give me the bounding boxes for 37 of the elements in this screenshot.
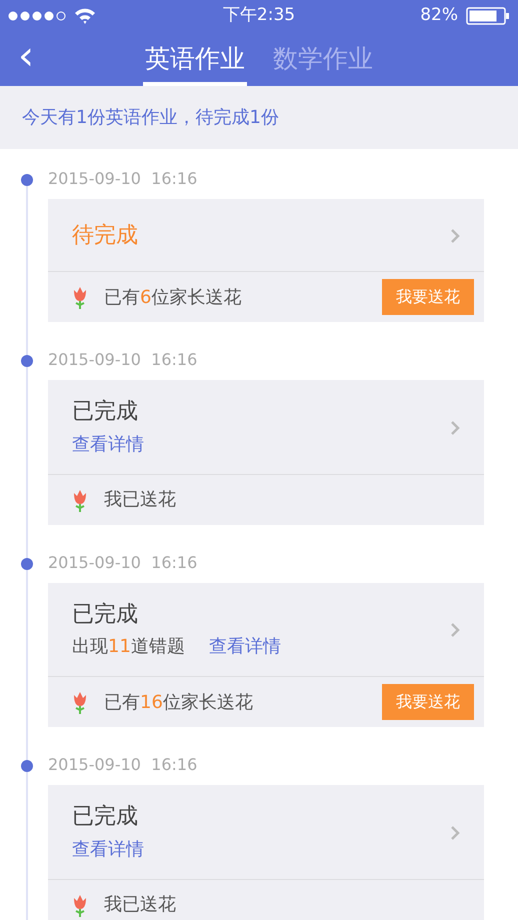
send-flower-button[interactable]: 我要送花 [382, 279, 474, 315]
timestamp: 2015-09-10 16:16 [48, 754, 198, 776]
battery-icon [466, 7, 510, 25]
flower-note: 已有16位家长送花 [104, 690, 253, 715]
details-link[interactable]: 查看详情 [208, 633, 281, 660]
status-time: 下午2:35 [222, 4, 296, 28]
details-link[interactable]: 查看详情 [72, 836, 144, 863]
error-count-text: 出现11道错题 [72, 635, 185, 660]
battery-percent: 82% [420, 4, 458, 28]
wifi-icon [74, 8, 96, 24]
homework-card[interactable]: 已完成 查看详情 我已送花 [48, 380, 484, 525]
timeline-dot [21, 760, 33, 772]
flower-note: 我已送花 [104, 488, 176, 512]
chevron-right-icon [450, 824, 460, 841]
timestamp: 2015-09-10 16:16 [48, 349, 198, 371]
status-title: 已完成 [72, 398, 139, 426]
timestamp: 2015-09-10 16:16 [48, 552, 198, 574]
status-title: 待完成 [72, 222, 138, 250]
chevron-right-icon [450, 622, 460, 638]
flower-note: 我已送花 [104, 893, 176, 918]
signal-icon [8, 11, 66, 21]
summary-text: 今天有1份英语作业，待完成1份 [22, 106, 279, 130]
homework-card[interactable]: 已完成 出现11道错题 查看详情 已有16位家长送花 我要送花 [48, 582, 484, 728]
send-flower-button[interactable]: 我要送花 [382, 684, 474, 720]
chevron-right-icon [450, 420, 460, 436]
timeline-dot [21, 558, 33, 570]
details-link[interactable]: 查看详情 [72, 430, 144, 458]
chevron-right-icon [450, 228, 460, 244]
timeline-dot [21, 355, 33, 367]
status-title: 已完成 [72, 803, 139, 832]
timeline-dot [21, 174, 33, 186]
status-title: 已完成 [72, 600, 139, 629]
back-button[interactable]: ‹ [14, 34, 38, 78]
homework-card[interactable]: 待完成 已有6位家长送花 我要送花 [48, 199, 484, 322]
homework-card[interactable]: 已完成 查看详情 我已送花 [48, 785, 484, 920]
flower-note: 已有6位家长送花 [104, 286, 242, 310]
timestamp: 2015-09-10 16:16 [48, 168, 198, 190]
